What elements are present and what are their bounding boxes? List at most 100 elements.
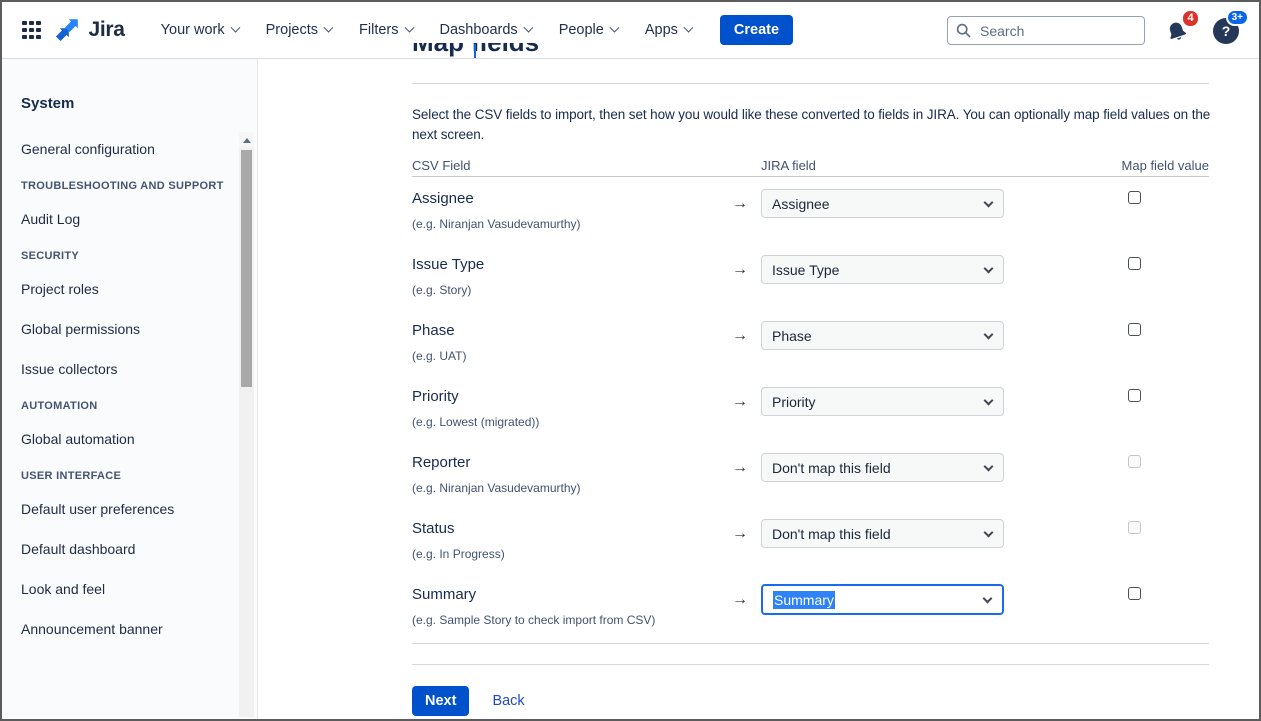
back-link[interactable]: Back [492,693,524,709]
chevron-down-icon [984,330,994,340]
chevron-down-icon [984,462,994,472]
jira-logo[interactable]: Jira [55,15,125,45]
map-field-checkbox[interactable] [1128,257,1141,270]
scrollbar-up-arrow-icon[interactable] [239,132,254,148]
sidebar-heading-security: SECURITY [21,250,257,262]
jira-wordmark: Jira [89,18,125,42]
chevron-down-icon [983,594,993,604]
jira-field-select[interactable]: Don't map this field [761,453,1004,482]
sidebar-item-issue-collectors[interactable]: Issue collectors [21,360,257,379]
csv-field-example: (e.g. UAT) [412,349,466,363]
jira-field-select[interactable]: Phase [761,321,1004,350]
sidebar-item-global-automation[interactable]: Global automation [21,430,257,449]
scrollbar-thumb[interactable] [241,150,252,387]
table-header-divider [412,176,1209,177]
notification-count-badge: 4 [1181,9,1200,28]
sidebar-item-announcement-banner[interactable]: Announcement banner [21,620,257,639]
sidebar-heading-automation: AUTOMATION [21,400,257,412]
next-button[interactable]: Next [412,686,469,716]
page-title: Map fields [412,43,632,57]
arrow-right-icon: → [732,591,748,609]
table-row-summary: Summary (e.g. Sample Story to check impo… [412,574,1209,640]
field-mapping-table: Assignee (e.g. Niranjan Vasudevamurthy) … [412,178,1209,640]
select-value: Priority [772,394,816,410]
csv-field-name: Reporter [412,454,470,471]
select-value: Assignee [772,196,830,212]
column-header-map-field-value: Map field value [1122,158,1209,173]
chevron-down-icon [984,264,994,274]
app-switcher-icon[interactable] [22,21,41,40]
select-value: Issue Type [772,262,839,278]
nav-apps[interactable]: Apps [645,22,692,38]
map-field-checkbox[interactable] [1128,587,1141,600]
sidebar-heading-troubleshooting: TROUBLESHOOTING AND SUPPORT [21,180,257,192]
map-field-checkbox [1128,455,1141,468]
search-input[interactable] [947,16,1145,45]
wizard-actions: Next Back [412,686,525,716]
sidebar-scrollbar[interactable] [239,132,254,717]
csv-field-example: (e.g. Sample Story to check import from … [412,613,655,627]
sidebar-item-default-user-preferences[interactable]: Default user preferences [21,500,257,519]
chevron-down-icon [984,198,994,208]
table-bottom-divider [412,643,1209,644]
help-count-badge: 3+ [1226,9,1249,26]
navbar-right-cluster: 4 ? 3+ [947,2,1241,59]
csv-field-example: (e.g. Story) [412,283,471,297]
chevron-down-icon [324,22,334,32]
sidebar-item-project-roles[interactable]: Project roles [21,280,257,299]
chevron-down-icon [984,528,994,538]
jira-field-select[interactable]: Priority [761,387,1004,416]
chevron-down-icon [404,22,414,32]
nav-projects[interactable]: Projects [266,22,332,38]
primary-nav: Your work Projects Filters Dashboards Pe… [161,22,692,38]
nav-filters[interactable]: Filters [359,22,412,38]
create-button[interactable]: Create [720,15,793,45]
sidebar-heading-user-interface: USER INTERFACE [21,470,257,482]
map-field-checkbox[interactable] [1128,191,1141,204]
map-field-checkbox[interactable] [1128,323,1141,336]
chevron-down-icon [984,396,994,406]
table-row-status: Status (e.g. In Progress) → Don't map th… [412,508,1209,574]
csv-field-example: (e.g. Niranjan Vasudevamurthy) [412,481,581,495]
page-title-clipped: Map fields [412,43,632,59]
table-row-assignee: Assignee (e.g. Niranjan Vasudevamurthy) … [412,178,1209,244]
nav-your-work[interactable]: Your work [161,22,239,38]
table-header-row: CSV Field JIRA field Map field value [412,158,1209,173]
table-row-issue-type: Issue Type (e.g. Story) → Issue Type [412,244,1209,310]
search-icon [956,23,971,43]
table-row-priority: Priority (e.g. Lowest (migrated)) → Prio… [412,376,1209,442]
arrow-right-icon: → [732,327,748,345]
csv-field-name: Phase [412,322,455,339]
help-button[interactable]: ? 3+ [1213,16,1241,46]
footer-divider [412,664,1209,665]
csv-field-name: Issue Type [412,256,484,273]
table-row-reporter: Reporter (e.g. Niranjan Vasudevamurthy) … [412,442,1209,508]
arrow-right-icon: → [732,261,748,279]
sidebar-item-default-dashboard[interactable]: Default dashboard [21,540,257,559]
select-value: Don't map this field [772,526,891,542]
title-divider [412,83,1209,84]
jira-field-select-focused[interactable]: Summary [761,584,1004,615]
column-header-jira-field: JIRA field [761,158,816,173]
chevron-down-icon [230,22,240,32]
map-field-checkbox[interactable] [1128,389,1141,402]
arrow-right-icon: → [732,459,748,477]
nav-dashboards[interactable]: Dashboards [440,22,532,38]
search-box [947,16,1145,45]
jira-field-select[interactable]: Issue Type [761,255,1004,284]
nav-people[interactable]: People [559,22,618,38]
sidebar-item-general-configuration[interactable]: General configuration [21,140,257,159]
select-value: Phase [772,328,812,344]
sidebar-item-audit-log[interactable]: Audit Log [21,210,257,229]
sidebar-item-look-and-feel[interactable]: Look and feel [21,580,257,599]
csv-field-name: Assignee [412,190,474,207]
jira-field-select[interactable]: Assignee [761,189,1004,218]
csv-field-example: (e.g. Lowest (migrated)) [412,415,539,429]
jira-field-select[interactable]: Don't map this field [761,519,1004,548]
table-row-phase: Phase (e.g. UAT) → Phase [412,310,1209,376]
arrow-right-icon: → [732,195,748,213]
arrow-right-icon: → [732,393,748,411]
sidebar-item-global-permissions[interactable]: Global permissions [21,320,257,339]
csv-field-name: Summary [412,586,476,603]
notifications-button[interactable]: 4 [1165,16,1193,46]
